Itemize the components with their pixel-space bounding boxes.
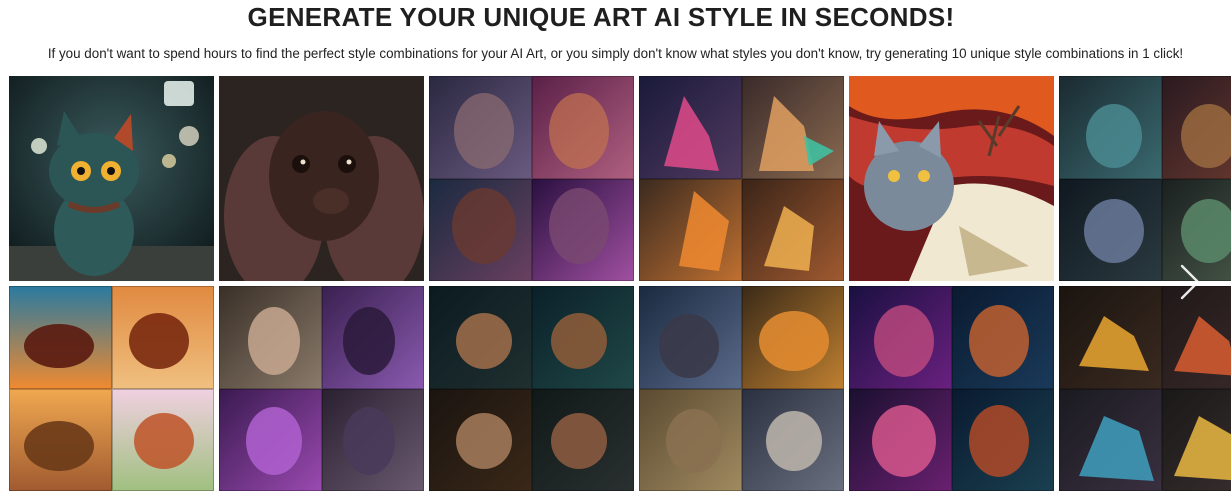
dog-collage — [456, 313, 607, 469]
page-title: GENERATE YOUR UNIQUE ART AI STYLE IN SEC… — [247, 2, 955, 32]
page: GENERATE YOUR UNIQUE ART AI STYLE IN SEC… — [0, 0, 1231, 500]
style-gallery — [9, 76, 1231, 494]
gallery-image-origami-cats[interactable] — [639, 76, 844, 281]
dog-image — [219, 76, 424, 281]
dog-collage — [1079, 316, 1231, 481]
gallery-image-knitted-puppies[interactable] — [429, 286, 634, 491]
cat-collage — [664, 96, 834, 271]
page-subtitle: If you don't want to spend hours to find… — [47, 46, 1184, 61]
gallery-image-spaniel-grid-purple[interactable] — [429, 76, 634, 281]
gallery-image-polygon-dogs[interactable] — [1059, 286, 1231, 491]
dog-collage — [1084, 104, 1231, 263]
chevron-right-icon[interactable] — [1176, 262, 1202, 302]
dog-collage — [872, 305, 1029, 477]
cat-image — [849, 76, 1054, 281]
gallery-image-neon-spaniels[interactable] — [849, 286, 1054, 491]
gallery-image-steampunk-dogs[interactable] — [1059, 76, 1231, 281]
dog-collage — [246, 307, 395, 475]
dog-collage — [452, 93, 609, 264]
dog-collage — [24, 313, 194, 471]
cat-collage — [659, 311, 829, 473]
cat-image — [9, 76, 214, 281]
gallery-image-sunset-spaniels[interactable] — [9, 286, 214, 491]
gallery-image-city-cats[interactable] — [639, 286, 844, 491]
gallery-image-cat-robot[interactable] — [9, 76, 214, 281]
gallery-image-papercut-cat[interactable] — [849, 76, 1054, 281]
gallery-image-spaniel-interior[interactable] — [219, 286, 424, 491]
gallery-image-spaniel-portrait[interactable] — [219, 76, 424, 281]
